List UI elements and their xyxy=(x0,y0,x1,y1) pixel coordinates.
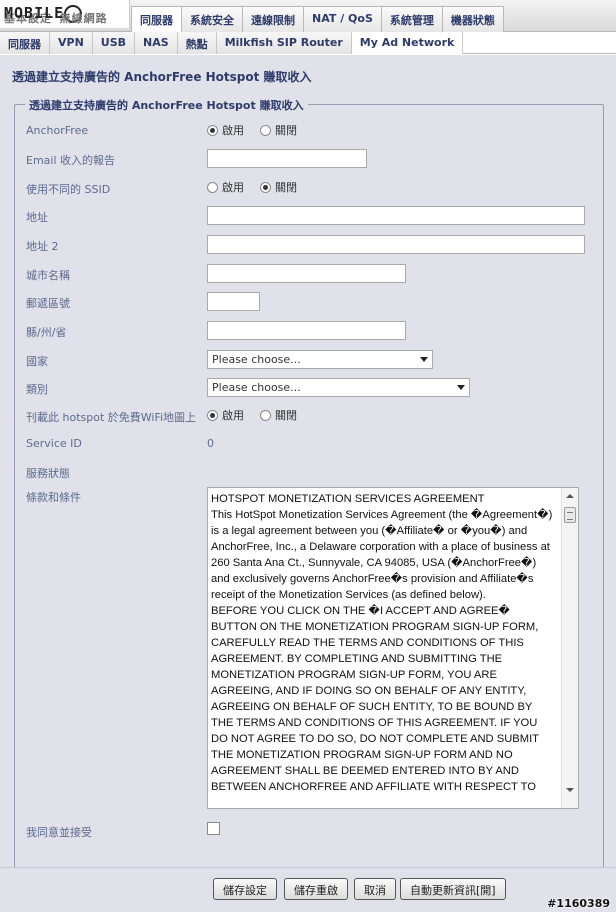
anchorfree-disable-radio[interactable] xyxy=(260,124,271,136)
terms-text: HOTSPOT MONETIZATION SERVICES AGREEMENT … xyxy=(211,493,553,793)
category-label: 類別 xyxy=(26,383,48,396)
ssid-enable-label: 啟用 xyxy=(222,181,244,194)
tab-nat-qos[interactable]: NAT / QoS xyxy=(303,6,382,32)
save-reboot-button[interactable]: 儲存重啟 xyxy=(284,878,348,900)
category-select[interactable]: Please choose... xyxy=(207,378,470,397)
address2-input[interactable] xyxy=(207,235,585,254)
terms-textarea[interactable]: HOTSPOT MONETIZATION SERVICES AGREEMENT … xyxy=(207,487,579,809)
ssid-enable-radio[interactable] xyxy=(207,181,218,193)
state-input[interactable] xyxy=(207,321,406,340)
publish-map-label: 刊載此 hotspot 於免費WiFi地圖上 xyxy=(26,411,197,424)
terms-label: 條款和條件 xyxy=(26,491,81,504)
city-label: 城市名稱 xyxy=(26,269,70,282)
email-input[interactable] xyxy=(207,149,367,168)
footer-bar: 儲存設定 儲存重啟 取消 自動更新資訊[開] #1160389 xyxy=(0,867,616,912)
country-select-value: Please choose... xyxy=(212,353,301,366)
service-status-label: 服務狀態 xyxy=(26,467,70,480)
logo-text: MOBILE xyxy=(4,4,65,22)
scroll-down-icon[interactable] xyxy=(566,788,574,792)
subtab-nas[interactable]: NAS xyxy=(135,32,178,54)
address2-label: 地址 2 xyxy=(26,240,59,253)
ssid-disable-label: 關閉 xyxy=(275,181,297,194)
service-id-value: 0 xyxy=(207,437,214,450)
address-label: 地址 xyxy=(26,211,48,224)
city-input[interactable] xyxy=(207,264,406,283)
main-tabs: 同服器 系統安全 遠線限制 NAT / QoS 系統管理 機器狀態 xyxy=(131,6,504,33)
agree-checkbox[interactable] xyxy=(207,822,220,835)
anchorfree-radio-group: 啟用 關閉 xyxy=(207,122,297,138)
page-title: 透過建立支持廣告的 AnchorFree Hotspot 賺取收入 xyxy=(12,70,312,84)
subtab-usb[interactable]: USB xyxy=(92,32,136,54)
subtab-my-ad-network[interactable]: My Ad Network xyxy=(351,32,464,54)
subtab-hotspot[interactable]: 熱點 xyxy=(177,32,217,54)
country-label: 國家 xyxy=(26,355,48,368)
watermark: #1160389 xyxy=(547,897,610,910)
chevron-down-icon xyxy=(457,385,465,390)
address-input[interactable] xyxy=(207,206,585,225)
publish-enable-label: 啟用 xyxy=(222,409,244,422)
country-select[interactable]: Please choose... xyxy=(207,350,433,369)
anchorfree-enable-radio[interactable] xyxy=(207,124,218,136)
subtab-vpn[interactable]: VPN xyxy=(50,32,93,54)
zip-label: 郵遞區號 xyxy=(26,297,70,310)
publish-enable-radio[interactable] xyxy=(207,409,218,421)
service-id-label: Service ID xyxy=(26,437,82,450)
subtab-milkfish[interactable]: Milkfish SIP Router xyxy=(216,32,352,54)
tab-security[interactable]: 系統安全 xyxy=(181,6,243,32)
ssid-disable-radio[interactable] xyxy=(260,181,271,193)
mobile01-logo: 基本設定 無線網路 MOBILE xyxy=(0,0,130,28)
anchorfree-disable-label: 關閉 xyxy=(275,124,297,137)
category-select-value: Please choose... xyxy=(212,381,301,394)
cancel-button[interactable]: 取消 xyxy=(354,878,396,900)
anchorfree-enable-label: 啟用 xyxy=(222,124,244,137)
scrollbar-thumb[interactable] xyxy=(564,507,576,523)
tab-status[interactable]: 機器狀態 xyxy=(441,6,504,32)
subtab-services[interactable]: 同服器 xyxy=(0,32,50,54)
auto-refresh-button[interactable]: 自動更新資訊[開] xyxy=(400,878,506,900)
sub-tabs: 同服器 VPN USB NAS 熱點 Milkfish SIP Router M… xyxy=(0,32,464,54)
zip-input[interactable] xyxy=(207,292,260,311)
ssid-radio-group: 啟用 關閉 xyxy=(207,179,297,195)
scroll-up-icon[interactable] xyxy=(566,494,574,498)
section-legend: 透過建立支持廣告的 AnchorFree Hotspot 賺取收入 xyxy=(25,97,308,113)
save-button[interactable]: 儲存設定 xyxy=(213,878,277,900)
tab-administration[interactable]: 系統管理 xyxy=(380,6,443,32)
agree-label: 我同意並接受 xyxy=(26,826,92,839)
publish-disable-label: 關閉 xyxy=(275,409,297,422)
ssid-label: 使用不同的 SSID xyxy=(26,183,111,196)
email-label: Email 收入的報告 xyxy=(26,154,116,167)
terms-scrollbar[interactable] xyxy=(561,488,578,808)
top-nav-bar: 基本設定 無線網路 MOBILE 同服器 系統安全 遠線限制 NAT / QoS… xyxy=(0,0,616,33)
chevron-down-icon xyxy=(420,357,428,362)
tab-services[interactable]: 同服器 xyxy=(131,6,182,33)
tab-access-restrictions[interactable]: 遠線限制 xyxy=(242,6,304,32)
state-label: 縣/州/省 xyxy=(26,326,67,339)
anchorfree-label: AnchorFree xyxy=(26,124,89,137)
publish-radio-group: 啟用 關閉 xyxy=(207,407,297,423)
main-content: 透過建立支持廣告的 AnchorFree Hotspot 賺取收入 透過建立支持… xyxy=(0,55,616,912)
publish-disable-radio[interactable] xyxy=(260,409,271,421)
